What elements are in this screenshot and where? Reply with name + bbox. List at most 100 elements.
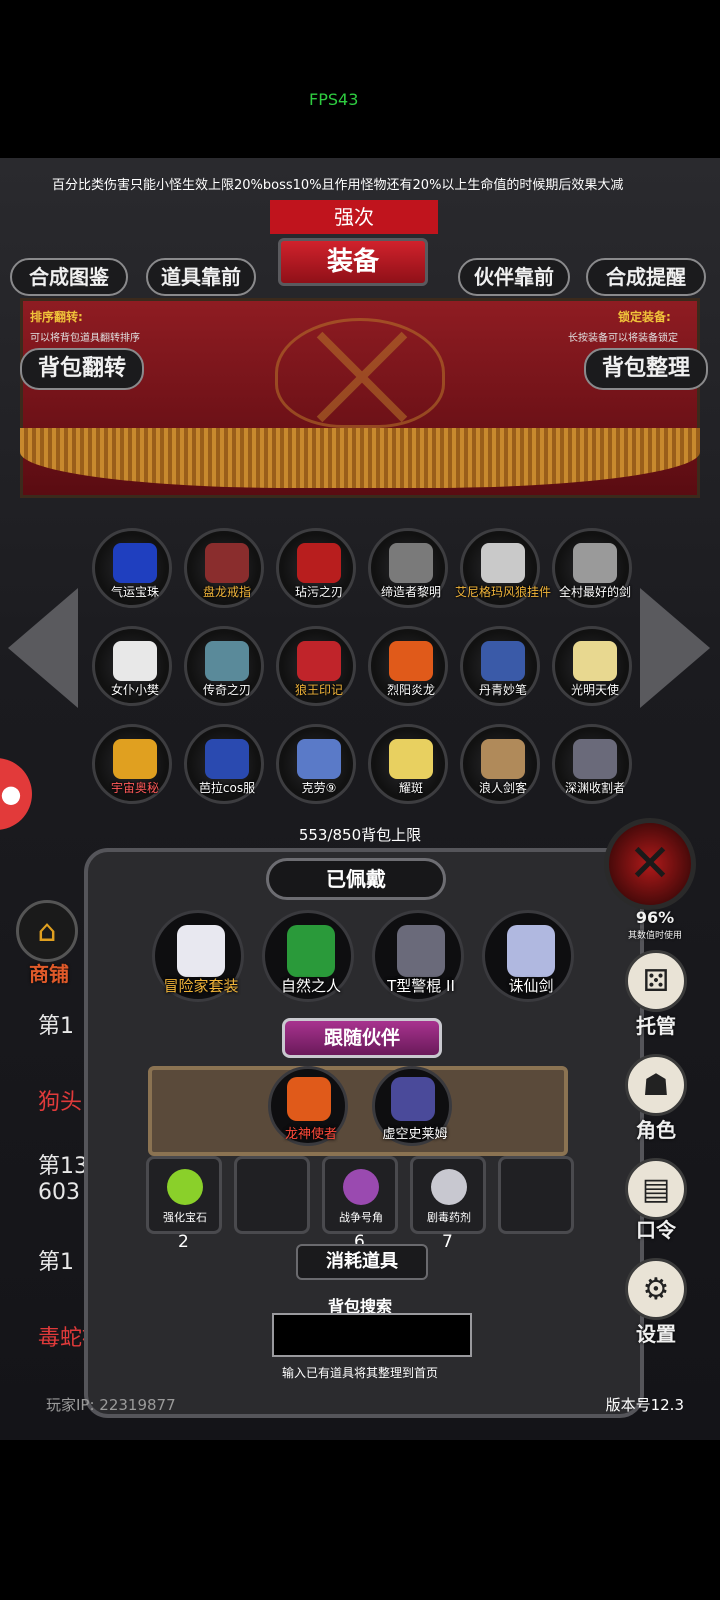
equipped-item-label: 冒险家套装: [163, 977, 239, 995]
bag-search-input[interactable]: [272, 1313, 472, 1357]
inventory-item[interactable]: 女仆小樊: [92, 626, 172, 706]
item-art-icon: [573, 543, 617, 583]
inventory-item[interactable]: 气运宝珠: [92, 528, 172, 608]
avatar-icon[interactable]: ●: [0, 758, 32, 830]
bg-line-3: 第13: [38, 1154, 88, 1179]
side-menu-character[interactable]: 角色: [621, 1114, 691, 1143]
items-first-button[interactable]: 道具靠前: [146, 258, 256, 296]
equipped-item[interactable]: T型警棍 II: [372, 910, 464, 1002]
item-art-icon: [389, 543, 433, 583]
consumable-label: 战争号角: [339, 1211, 383, 1224]
side-menu-auto[interactable]: 托管: [621, 1010, 691, 1039]
fps-counter: FPS43: [309, 90, 359, 109]
item-art-icon: [481, 641, 525, 681]
item-art-icon: [297, 641, 341, 681]
arrange-bag-button[interactable]: 背包整理: [584, 348, 708, 390]
inventory-item[interactable]: 狼王印记: [276, 626, 356, 706]
side-menu-settings[interactable]: 设置: [621, 1318, 691, 1347]
game-screen: 百分比类伤害只能小怪生效上限20%boss10%且作用怪物还有20%以上生命值的…: [0, 158, 720, 1440]
book-icon[interactable]: ▤: [625, 1158, 687, 1220]
equipped-item[interactable]: 诛仙剑: [482, 910, 574, 1002]
inventory-item[interactable]: 宇宙奥秘: [92, 724, 172, 804]
inventory-item[interactable]: 烈阳炎龙: [368, 626, 448, 706]
synthesis-reminder-button[interactable]: 合成提醒: [586, 258, 706, 296]
consumable-slot[interactable]: [234, 1156, 310, 1234]
hooded-figure-icon[interactable]: ☗: [625, 1054, 687, 1116]
consumable-count: 7: [442, 1232, 453, 1252]
item-art-icon: [573, 739, 617, 779]
consumable-slot[interactable]: [498, 1156, 574, 1234]
equipped-art-icon: [287, 925, 335, 977]
synthesis-catalog-button[interactable]: 合成图鉴: [10, 258, 128, 296]
inventory-item[interactable]: 盘龙戒指: [184, 528, 264, 608]
inventory-item[interactable]: 深渊收割者: [552, 724, 632, 804]
companion-item[interactable]: 虚空史莱姆: [372, 1066, 452, 1146]
search-hint: 输入已有道具将其整理到首页: [281, 1366, 438, 1380]
item-art-icon: [113, 739, 157, 779]
version-number: 版本号12.3: [605, 1396, 684, 1414]
consumable-art-icon: [343, 1169, 379, 1205]
notice-text: 百分比类伤害只能小怪生效上限20%boss10%且作用怪物还有20%以上生命值的…: [52, 178, 624, 193]
inventory-item-label: 深渊收割者: [564, 781, 625, 795]
consumable-count: 2: [178, 1232, 189, 1252]
companions-first-button[interactable]: 伙伴靠前: [458, 258, 570, 296]
consumable-slot[interactable]: 战争号角: [322, 1156, 398, 1234]
consumable-art-icon: [167, 1169, 203, 1205]
consumable-label: 强化宝石: [163, 1211, 207, 1224]
inventory-item[interactable]: 全村最好的剑: [552, 528, 632, 608]
inventory-item[interactable]: 艾尼格玛风狼挂件: [455, 528, 551, 608]
consumable-slot[interactable]: 剧毒药剂: [410, 1156, 486, 1234]
consumable-art-icon: [431, 1169, 467, 1205]
banner-fringe: [20, 428, 700, 488]
equipped-art-icon: [177, 925, 225, 977]
shop-icon[interactable]: ⌂: [16, 900, 78, 962]
inventory-grid: 气运宝珠 盘龙戒指 玷污之刃 缔造者黎明 艾尼格玛风狼挂件 全村最好的剑女仆小樊 传奇之刃狼…: [92, 528, 640, 818]
equipped-item-label: 诛仙剑: [508, 977, 554, 995]
shop-label: 商铺: [29, 962, 69, 986]
companion-item[interactable]: 龙神使者: [268, 1066, 348, 1146]
item-art-icon: [297, 739, 341, 779]
equipped-art-icon: [507, 925, 555, 977]
item-art-icon: [113, 641, 157, 681]
flip-bag-button[interactable]: 背包翻转: [20, 348, 144, 390]
bg-line-1: 第1: [38, 1014, 74, 1039]
item-art-icon: [205, 543, 249, 583]
inventory-item[interactable]: 芭拉cos服: [184, 724, 264, 804]
close-icon[interactable]: ✕: [604, 818, 696, 910]
bg-line-5: 第1: [38, 1250, 74, 1275]
percent-value: 96%: [635, 908, 675, 927]
inventory-item[interactable]: 浪人剑客: [460, 724, 540, 804]
consumable-label: 剧毒药剂: [427, 1211, 471, 1224]
companion-art-icon: [287, 1077, 331, 1121]
gear-icon[interactable]: ⚙: [625, 1258, 687, 1320]
equipped-item[interactable]: 自然之人: [262, 910, 354, 1002]
item-art-icon: [389, 739, 433, 779]
companion-panel: [148, 1066, 568, 1156]
consumables-title: 消耗道具: [296, 1244, 428, 1280]
lock-equip-hint: 长按装备可以将装备锁定: [568, 333, 678, 344]
inventory-item[interactable]: 光明天使: [552, 626, 632, 706]
inventory-item[interactable]: 耀斑: [368, 724, 448, 804]
companion-label: 龙神使者: [284, 1127, 337, 1142]
bg-line-4: 603: [38, 1180, 80, 1205]
companion-art-icon: [391, 1077, 435, 1121]
inventory-item[interactable]: 玷污之刃: [276, 528, 356, 608]
inventory-item[interactable]: 缔造者黎明: [368, 528, 448, 608]
inventory-item[interactable]: 丹青妙笔: [460, 626, 540, 706]
equipped-item[interactable]: 冒险家套装: [152, 910, 244, 1002]
prev-page-arrow-icon[interactable]: [8, 588, 78, 708]
consumable-slot[interactable]: 强化宝石: [146, 1156, 222, 1234]
item-art-icon: [573, 641, 617, 681]
sort-flip-label: 排序翻转:: [30, 310, 83, 324]
item-art-icon: [205, 641, 249, 681]
top-title: 强次: [270, 200, 438, 234]
inventory-item[interactable]: 克劳⑨: [276, 724, 356, 804]
side-menu-code[interactable]: 口令: [621, 1214, 691, 1243]
item-art-icon: [389, 641, 433, 681]
inventory-item-label: 光明天使: [570, 683, 619, 697]
lock-equip-label: 锁定装备:: [618, 310, 671, 324]
item-art-icon: [481, 739, 525, 779]
dice-icon[interactable]: ⚄: [625, 950, 687, 1012]
inventory-item[interactable]: 传奇之刃: [184, 626, 264, 706]
equipped-item-label: 自然之人: [280, 977, 341, 995]
